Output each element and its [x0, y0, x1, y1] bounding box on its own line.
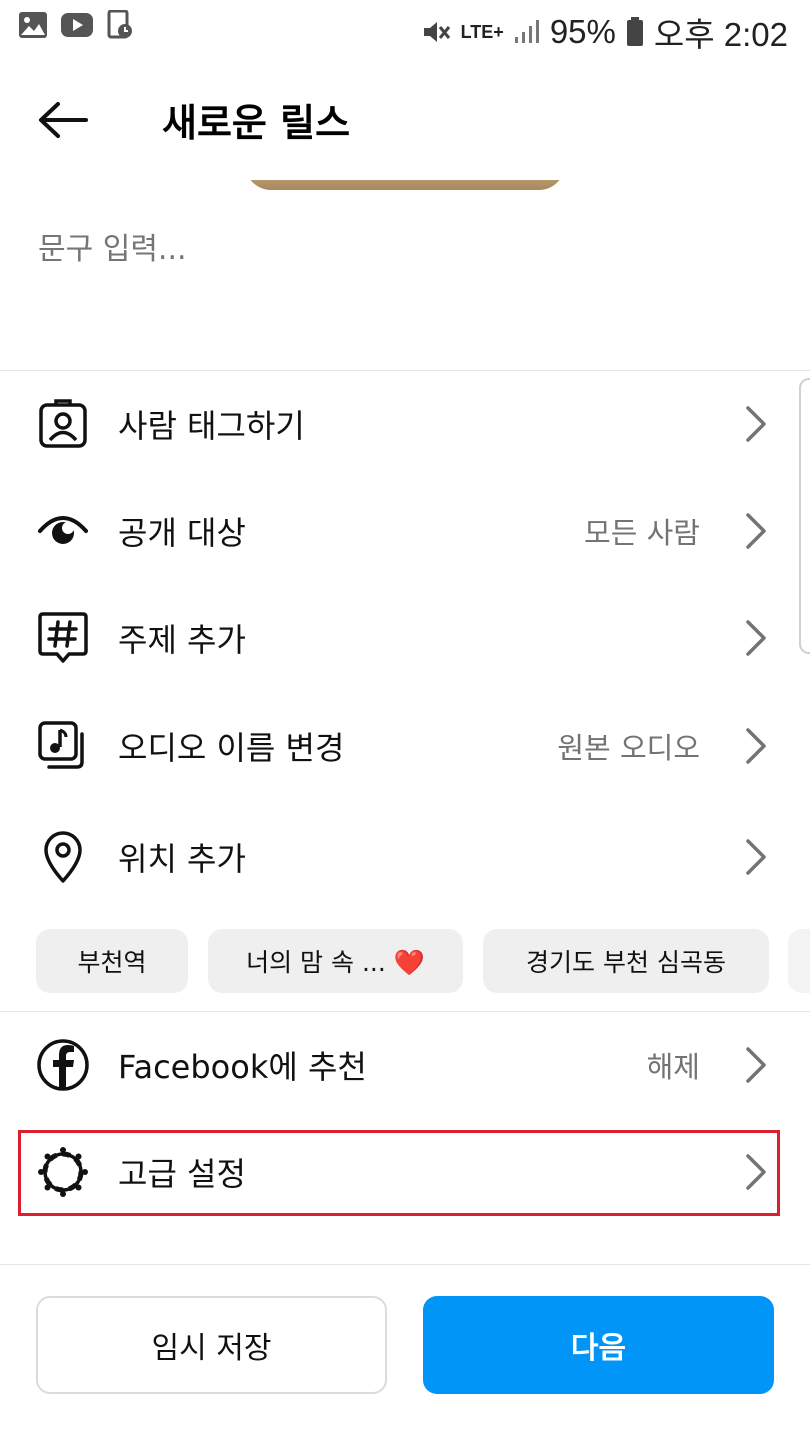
chevron-right-icon — [746, 1154, 766, 1190]
scrollbar[interactable] — [799, 378, 810, 654]
clock: 오후 2:02 — [653, 16, 788, 53]
location-chip-partial[interactable] — [788, 929, 810, 993]
tag-people-row[interactable]: 사람 태그하기 — [0, 374, 810, 474]
status-notification-icons — [18, 10, 134, 40]
gallery-icon — [19, 12, 47, 38]
next-button[interactable]: 다음 — [423, 1296, 774, 1394]
tag-people-label: 사람 태그하기 — [118, 407, 305, 445]
add-topics-row[interactable]: 주제 추가 — [0, 588, 810, 688]
facebook-recommend-row[interactable]: Facebook에 추천 해제 — [0, 1015, 810, 1115]
facebook-recommend-label: Facebook에 추천 — [118, 1048, 367, 1086]
chevron-right-icon — [746, 620, 766, 656]
chevron-right-icon — [746, 406, 766, 442]
advanced-settings-label: 고급 설정 — [118, 1155, 246, 1193]
add-location-label: 위치 추가 — [118, 840, 246, 878]
battery-percent: 95% — [549, 13, 616, 50]
save-draft-button[interactable]: 임시 저장 — [36, 1296, 387, 1394]
location-chip[interactable]: 경기도 부천 심곡동 — [483, 929, 769, 993]
chevron-right-icon — [746, 1047, 766, 1083]
audience-row[interactable]: 공개 대상 모든 사람 — [0, 481, 810, 581]
status-indicators: LTE+ 95% 오후 2:02 — [421, 8, 788, 56]
page-title: 새로운 릴스 — [162, 101, 351, 145]
audience-value: 모든 사람 — [584, 516, 700, 550]
rename-audio-value: 원본 오디오 — [557, 731, 700, 765]
location-chip[interactable]: 너의 맘 속 ... ❤️ — [208, 929, 463, 993]
rename-audio-row[interactable]: 오디오 이름 변경 원본 오디오 — [0, 696, 810, 796]
back-button[interactable] — [30, 88, 94, 152]
divider — [0, 1011, 810, 1012]
add-location-row[interactable]: 위치 추가 — [0, 807, 810, 907]
chevron-right-icon — [746, 839, 766, 875]
chevron-right-icon — [746, 513, 766, 549]
location-pin-icon — [36, 830, 90, 884]
network-type: LTE+ — [460, 22, 504, 42]
location-chip[interactable]: 부천역 — [36, 929, 188, 993]
rename-audio-label: 오디오 이름 변경 — [118, 729, 345, 767]
add-topics-label: 주제 추가 — [118, 621, 246, 659]
audience-label: 공개 대상 — [118, 514, 246, 552]
arrow-left-icon — [39, 102, 88, 138]
mute-vibrate-icon — [423, 22, 450, 42]
tag-person-icon — [36, 397, 90, 451]
facebook-recommend-value: 해제 — [646, 1050, 700, 1084]
gear-icon — [36, 1145, 90, 1199]
facebook-icon — [36, 1038, 90, 1092]
header-background — [0, 150, 810, 180]
advanced-settings-row[interactable]: 고급 설정 — [0, 1122, 810, 1222]
caption-input[interactable] — [38, 232, 758, 267]
music-note-icon — [36, 719, 90, 773]
eye-icon — [36, 504, 90, 558]
status-bar: LTE+ 95% 오후 2:02 — [0, 0, 810, 56]
divider — [0, 1264, 810, 1265]
hashtag-icon — [36, 611, 90, 665]
chevron-right-icon — [746, 728, 766, 764]
signal-icon — [514, 20, 539, 43]
location-suggestions: 부천역 너의 맘 속 ... ❤️ 경기도 부천 심곡동 — [36, 929, 769, 993]
battery-icon — [626, 17, 643, 46]
screenshot-icon — [107, 10, 132, 39]
divider — [0, 370, 810, 371]
youtube-icon — [61, 13, 93, 37]
